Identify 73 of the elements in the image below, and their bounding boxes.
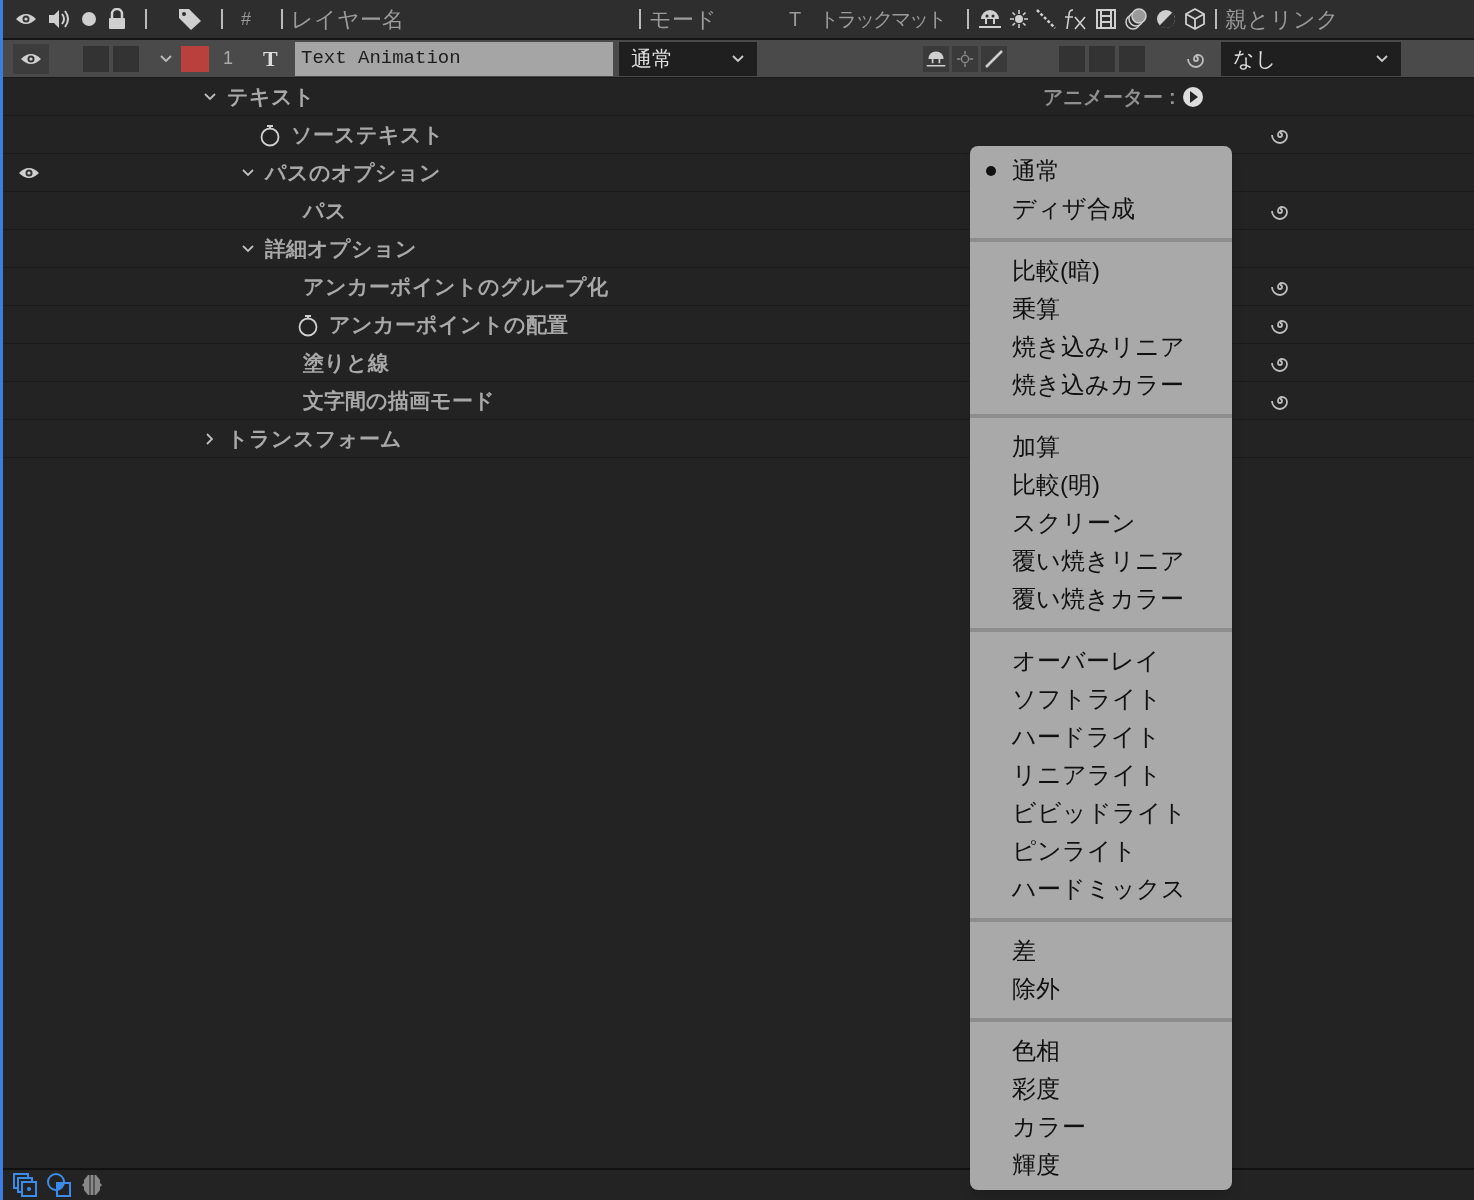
stopwatch-icon[interactable] [297, 312, 319, 337]
chevron-down-icon[interactable] [731, 53, 745, 64]
label-color-swatch[interactable] [181, 45, 209, 72]
eye-icon[interactable] [18, 165, 40, 180]
stopwatch-icon[interactable] [259, 122, 281, 147]
play-icon[interactable] [1181, 85, 1204, 108]
layer-name-field[interactable]: Text Animation [295, 41, 613, 76]
quality-switch[interactable] [981, 45, 1007, 72]
cube-icon[interactable] [1183, 7, 1207, 31]
column-header[interactable]: トラックマット [819, 4, 959, 34]
dotted-line-icon[interactable] [1035, 8, 1057, 30]
animator-colon: : [1169, 84, 1176, 110]
menu-item[interactable]: 輝度 [1012, 1147, 1060, 1183]
circle-square-icon[interactable] [45, 1171, 73, 1199]
column-header[interactable]: T [789, 4, 819, 34]
property-label[interactable]: ソーステキスト [291, 118, 444, 151]
menu-item[interactable]: 覆い焼きカラー [1012, 581, 1184, 617]
text-layer-icon: T [263, 42, 295, 75]
property-label[interactable]: トランスフォーム [227, 422, 402, 455]
menu-item[interactable]: オーバーレイ [1012, 643, 1160, 679]
property-label[interactable]: パスのオプション [265, 156, 441, 189]
menu-item[interactable]: 通常 [1012, 153, 1060, 189]
shy-icon[interactable] [977, 8, 1003, 30]
menu-item[interactable]: 色相 [1012, 1033, 1060, 1069]
property-label[interactable]: 文字間の描画モード [303, 384, 495, 417]
menu-item[interactable]: 比較(暗) [1012, 253, 1100, 289]
menu-item[interactable]: 焼き込みカラー [1012, 367, 1184, 403]
menu-item[interactable]: 比較(明) [1012, 467, 1100, 503]
layer-number: 1 [223, 47, 234, 70]
lock-icon [107, 8, 127, 30]
property-label[interactable]: 詳細オプション [265, 232, 417, 265]
menu-item[interactable]: 乗算 [1012, 291, 1060, 327]
property-label[interactable]: テキスト [227, 80, 315, 113]
menu-item[interactable]: 焼き込みリニア [1012, 329, 1185, 365]
menu-item[interactable]: ピンライト [1012, 833, 1137, 869]
menu-item[interactable]: 加算 [1012, 429, 1060, 465]
property-label[interactable]: パス [303, 194, 347, 227]
menu-item[interactable]: ハードミックス [1012, 871, 1186, 907]
property-label[interactable]: アンカーポイントの配置 [329, 308, 568, 341]
mode-dropdown[interactable]: 通常 [619, 41, 757, 76]
menu-item[interactable]: 除外 [1012, 971, 1060, 1007]
column-header[interactable]: # [241, 5, 251, 33]
shy-switch[interactable] [923, 45, 949, 72]
column-header[interactable]: モード [649, 2, 789, 36]
menu-item[interactable]: カラー [1012, 1109, 1086, 1145]
menu-item[interactable]: 差 [1012, 933, 1036, 969]
column-header[interactable]: 親とリンク [1225, 2, 1339, 36]
menu-item[interactable]: 覆い焼きリニア [1012, 543, 1185, 579]
eye-icon[interactable] [20, 51, 42, 66]
dot-icon [81, 11, 97, 27]
eye-icon[interactable] [15, 12, 37, 26]
menu-item[interactable]: ディザ合成 [1012, 191, 1135, 227]
sun-icon[interactable] [1009, 9, 1029, 29]
animator-label[interactable]: アニメーター [1043, 81, 1163, 112]
comp-stack-icon[interactable] [11, 1171, 39, 1199]
menu-item[interactable]: ソフトライト [1012, 681, 1162, 717]
chevron-down-icon[interactable] [1375, 53, 1389, 64]
circles-icon[interactable] [1123, 7, 1149, 31]
property-label[interactable]: アンカーポイントのグループ化 [303, 270, 608, 303]
menu-item[interactable]: ビビッドライト [1012, 795, 1187, 831]
menu-item[interactable]: 彩度 [1012, 1071, 1060, 1107]
menu-item[interactable]: スクリーン [1012, 505, 1136, 541]
parent-dropdown[interactable]: なし [1221, 41, 1401, 76]
menu-item[interactable]: リニアライト [1012, 757, 1162, 793]
property-label[interactable]: 塗りと線 [303, 346, 389, 379]
half-circle-icon[interactable] [1155, 8, 1177, 30]
film-icon[interactable] [1095, 8, 1117, 30]
menu-item[interactable]: ハードライト [1012, 719, 1161, 755]
fx-icon[interactable] [1063, 7, 1089, 31]
speaker-icon [47, 8, 71, 30]
sun-switch[interactable] [952, 45, 978, 72]
tag-icon [177, 7, 203, 31]
column-header[interactable]: レイヤー名 [291, 2, 631, 36]
